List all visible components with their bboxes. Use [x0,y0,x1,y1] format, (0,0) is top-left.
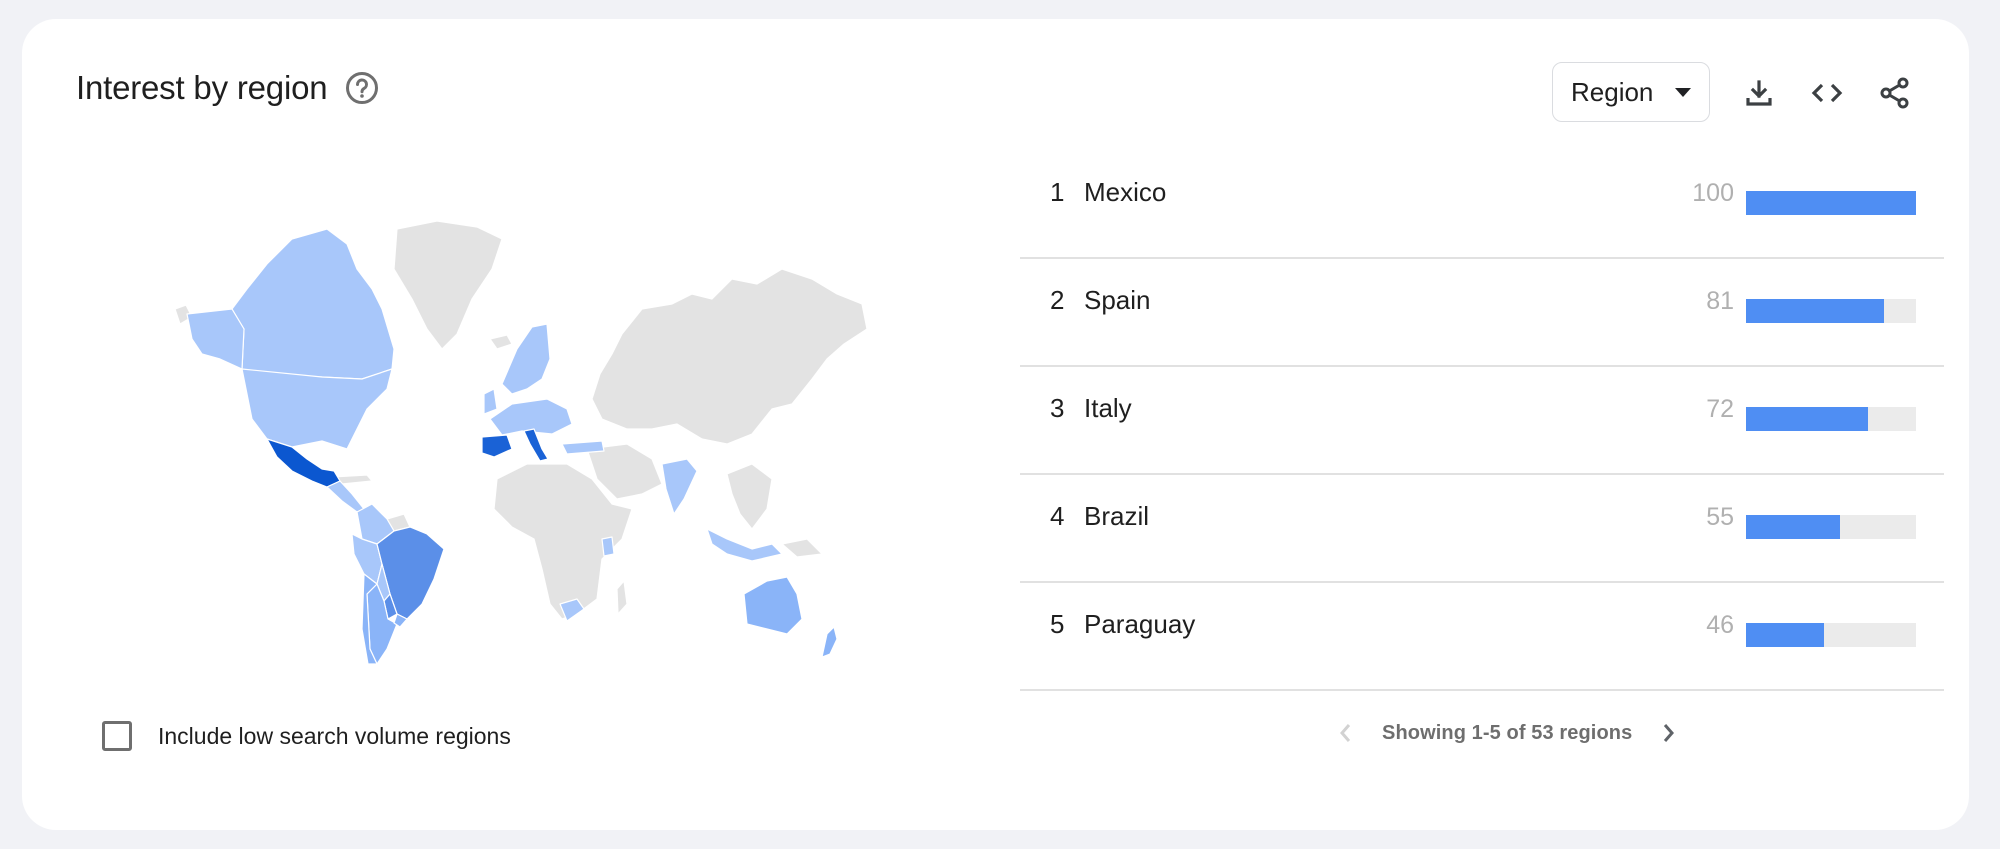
map-greenland [393,220,503,350]
row-bar-fill [1746,515,1840,539]
row-region-name[interactable]: Spain [1084,285,1151,316]
row-region-name[interactable]: Mexico [1084,177,1166,208]
row-region-name[interactable]: Italy [1084,393,1132,424]
embed-code-icon[interactable] [1807,73,1847,113]
resolution-select-value: Region [1571,76,1654,107]
row-region-name[interactable]: Brazil [1084,501,1149,532]
map-spain[interactable] [481,434,513,458]
map-madagascar [616,580,628,615]
row-rank: 3 [1050,393,1065,423]
table-row[interactable]: 5 Paraguay 46 [1020,583,1944,691]
include-low-volume-checkbox[interactable] [102,721,132,751]
map-russia-asia [591,268,868,445]
map-australia[interactable] [743,576,803,635]
interest-by-region-card: Interest by region Region Include low se… [22,19,1969,830]
map-iceland [489,334,513,350]
map-uk[interactable] [483,388,498,415]
row-bar-fill [1746,407,1869,431]
include-low-volume-toggle[interactable]: Include low search volume regions [102,721,511,751]
row-bar-track [1746,407,1916,431]
caret-down-icon [1675,88,1691,97]
map-kenya[interactable] [601,536,615,557]
map-central-america[interactable] [326,480,365,513]
row-value: 55 [1706,503,1734,531]
region-ranking-list: 1 Mexico 100 2 Spain 81 3 Italy 72 4 Bra… [1020,151,1944,691]
row-bar-track [1746,191,1916,215]
map-usa[interactable] [241,368,393,450]
row-bar-track [1746,515,1916,539]
download-icon[interactable] [1739,73,1779,113]
pagination-text: Showing 1-5 of 53 regions [1382,721,1633,744]
map-scandinavia[interactable] [501,323,551,395]
pagination: Showing 1-5 of 53 regions [1332,719,1682,747]
map-canada[interactable] [231,228,395,380]
include-low-volume-label: Include low search volume regions [158,722,511,749]
row-value: 46 [1706,611,1734,639]
map-mexico[interactable] [266,438,341,488]
map-png [781,538,823,558]
table-row[interactable]: 2 Spain 81 [1020,259,1944,367]
table-row[interactable]: 3 Italy 72 [1020,367,1944,475]
map-alaska[interactable] [186,308,245,370]
row-rank: 1 [1050,177,1065,207]
row-value: 100 [1692,179,1734,207]
row-rank: 5 [1050,609,1065,639]
table-row[interactable]: 4 Brazil 55 [1020,475,1944,583]
map-southeast-asia [726,463,773,530]
help-circle-icon[interactable] [345,71,379,105]
row-bar-fill [1746,191,1916,215]
header: Interest by region [76,69,379,107]
chevron-right-icon[interactable] [1654,719,1682,747]
row-bar-track [1746,623,1916,647]
row-value: 72 [1706,395,1734,423]
row-value: 81 [1706,287,1734,315]
row-bar-fill [1746,623,1825,647]
row-region-name[interactable]: Paraguay [1084,609,1195,640]
map-new-zealand[interactable] [821,626,838,658]
resolution-select[interactable]: Region [1552,62,1710,122]
share-icon[interactable] [1875,73,1915,113]
row-bar-fill [1746,299,1884,323]
map-indonesia[interactable] [706,528,783,562]
row-rank: 4 [1050,501,1065,531]
row-rank: 2 [1050,285,1065,315]
chevron-left-icon[interactable] [1332,719,1360,747]
map-turkey[interactable] [561,440,605,455]
row-bar-track [1746,299,1916,323]
table-row[interactable]: 1 Mexico 100 [1020,151,1944,259]
world-map[interactable] [172,209,872,669]
map-india[interactable] [661,458,698,515]
widget-title: Interest by region [76,69,328,106]
